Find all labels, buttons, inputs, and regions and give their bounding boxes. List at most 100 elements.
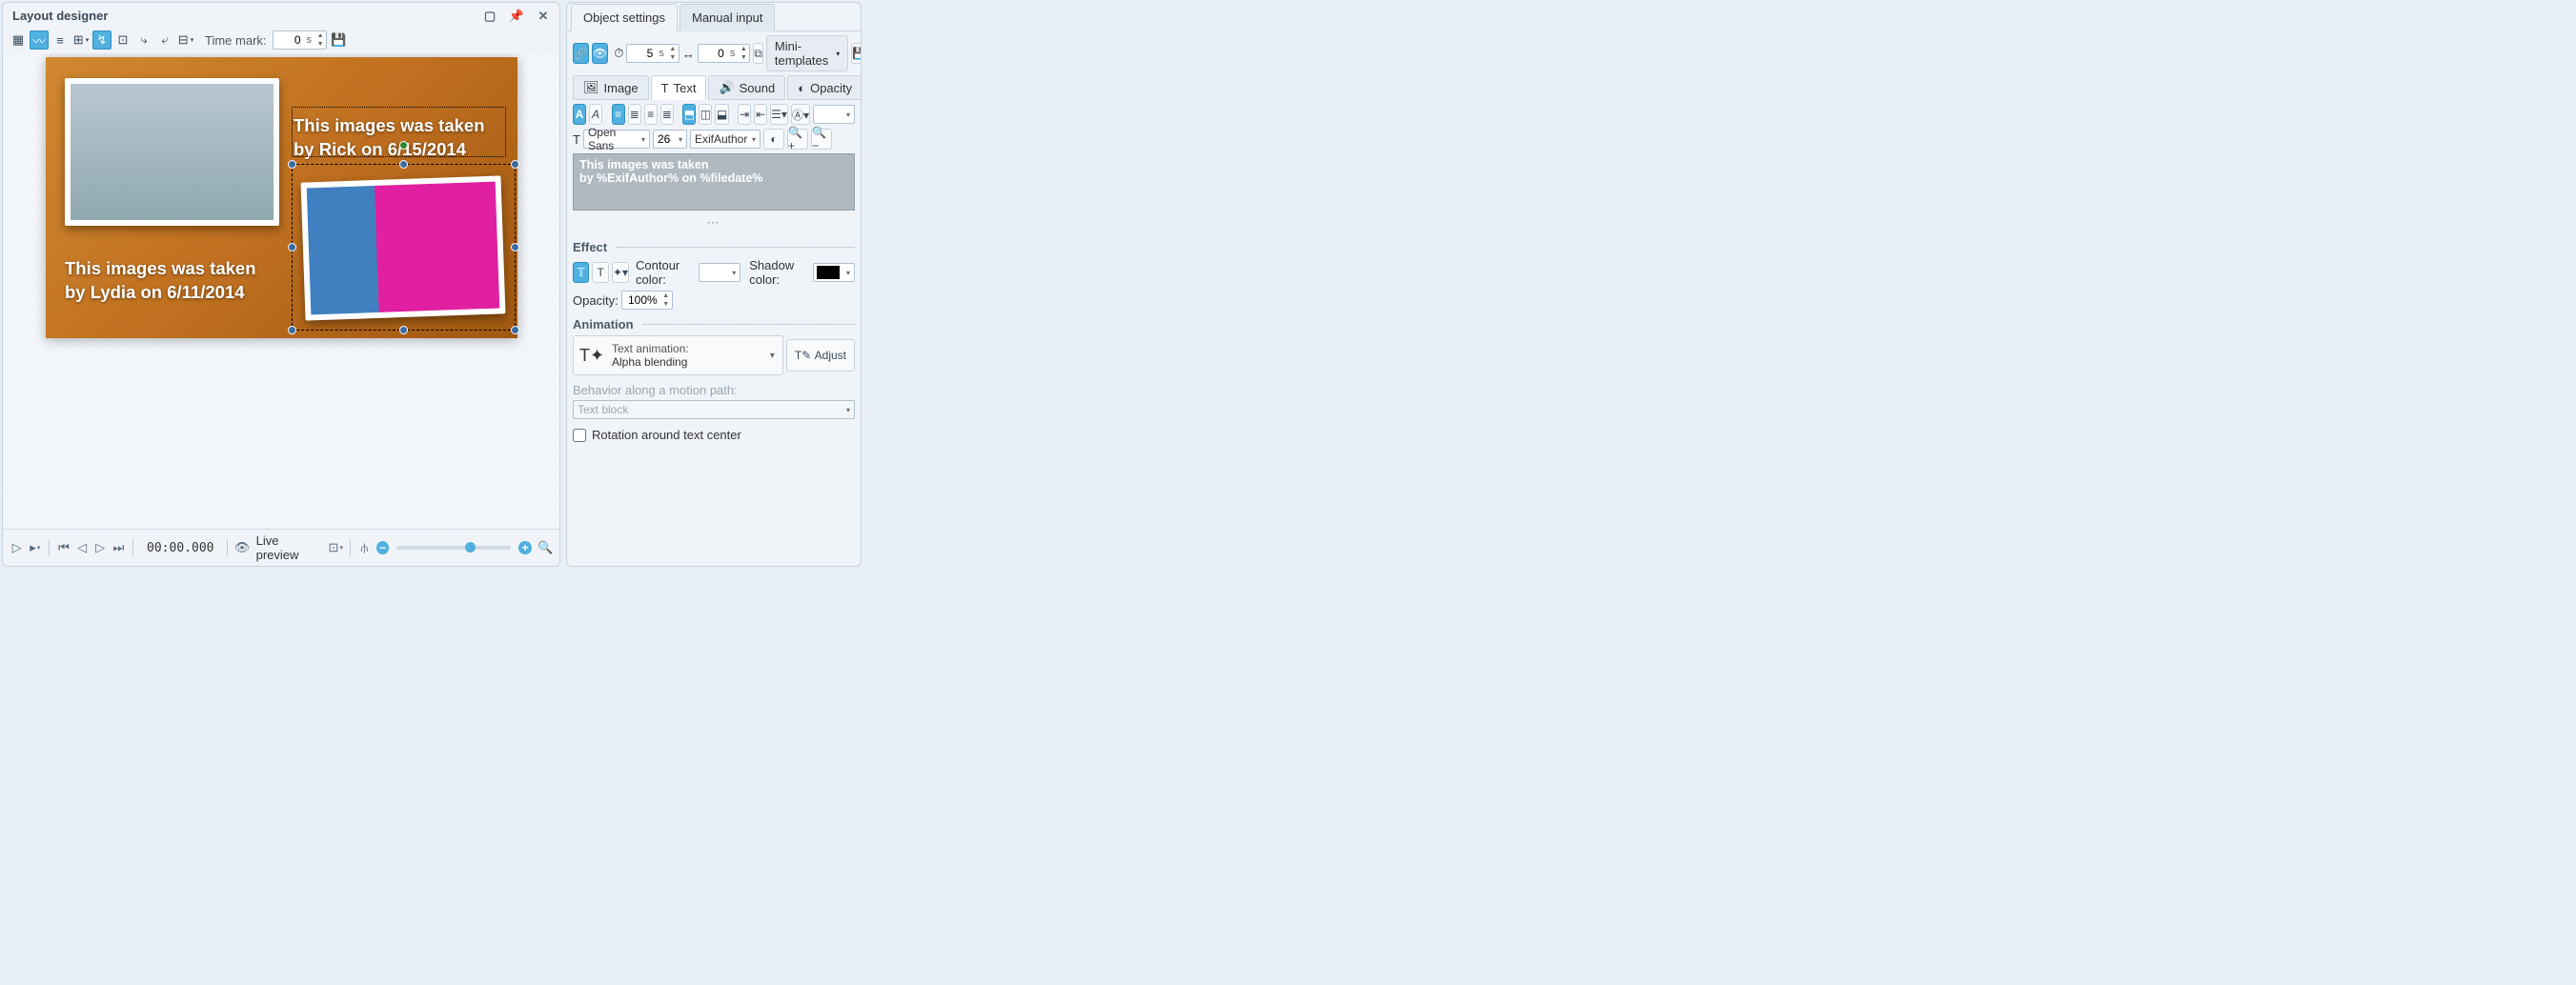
effect-fx-dropdown[interactable]: ✦▾ [612,262,629,283]
align-center-button[interactable]: ≣ [628,104,641,125]
flip-v-icon[interactable]: ⤶ [155,30,174,50]
handle-tr[interactable] [511,160,519,169]
grid-dropdown[interactable]: ⊞ [71,30,91,50]
font-family-combo[interactable]: Open Sans [583,130,650,149]
photo-1[interactable] [65,78,279,226]
path-tool-icon[interactable]: 〰 [30,30,49,50]
align-tool-icon[interactable]: ≡ [51,30,70,50]
motion-path-combo[interactable]: Text block [573,400,855,419]
select-tool-icon[interactable]: ▦ [9,30,28,50]
handle-bm[interactable] [399,326,408,334]
close-icon[interactable]: ✕ [537,10,550,23]
text-color-picker[interactable] [813,105,855,124]
valign-mid-button[interactable]: ◫ [699,104,712,125]
handle-ml[interactable] [288,243,296,251]
pin-icon[interactable]: 📌 [510,10,523,23]
slide-canvas[interactable]: This images was taken by Lydia on 6/11/2… [46,57,517,338]
handle-mr[interactable] [511,243,519,251]
spin-up-icon[interactable]: ▲ [660,291,672,300]
time-mark-field[interactable] [274,33,304,47]
play-button[interactable]: ▷ [9,539,25,556]
animation-combo[interactable]: T✦ Text animation: Alpha blending [573,335,783,375]
expand-text-button[interactable]: ⋯ [573,213,855,232]
valign-top-button[interactable]: ⬒ [682,104,696,125]
autotext-dropdown[interactable]: Ⓐ▾ [791,104,810,125]
adjust-button[interactable]: T✎ Adjust [786,339,855,372]
opacity-input[interactable]: ▲▼ [621,291,673,310]
handle-tm[interactable] [399,160,408,169]
spin-up-icon[interactable]: ▲ [667,45,679,53]
live-preview-icon[interactable]: 👁 [233,539,250,556]
settings-icon[interactable]: ⫛ [356,539,373,556]
subtab-image[interactable]: 🖼Image [573,75,649,100]
order-dropdown[interactable]: ⊟ [176,30,195,50]
frame-tool-icon[interactable]: ⊡ [113,30,132,50]
zoom-fit-icon[interactable]: 🔍 [538,539,554,556]
spin-down-icon[interactable]: ▼ [667,53,679,62]
handle-tl[interactable] [288,160,296,169]
time-mark-input[interactable]: s ▲▼ [273,30,328,50]
contrast-icon[interactable]: ◐ [763,129,784,150]
spin-down-icon[interactable]: ▼ [660,300,672,309]
handle-br[interactable] [511,326,519,334]
spin-up-icon[interactable]: ▲ [314,31,326,40]
text-selection-box[interactable] [292,107,506,157]
valign-bot-button[interactable]: ⬓ [715,104,728,125]
zoom-in-text-icon[interactable]: 🔍+ [787,129,808,150]
time-len-input[interactable]: s ▲▼ [698,44,751,63]
zoom-thumb[interactable] [465,542,476,553]
font-size-combo[interactable] [653,130,687,149]
selection-box[interactable] [292,164,516,331]
zoom-in-button[interactable]: + [518,541,531,554]
visibility-icon[interactable]: 👁 [592,43,608,64]
next-slide-icon[interactable]: ⏭ [111,539,127,556]
effect-fill-button[interactable]: 𝕋 [573,262,589,283]
zoom-slider[interactable] [396,546,511,550]
spin-up-icon[interactable]: ▲ [738,45,749,53]
contour-color-picker[interactable] [699,263,740,282]
mini-templates-dropdown[interactable]: Mini-templates [766,35,848,71]
rotation-check-row[interactable]: Rotation around text center [573,425,855,445]
duration-icon[interactable]: ⧉ [753,43,763,64]
time-from-field[interactable] [627,47,656,60]
handle-bl[interactable] [288,326,296,334]
opacity-field[interactable] [622,293,660,307]
subtab-opacity[interactable]: ◐Opacity [787,75,861,100]
preview-mode-dropdown[interactable]: ⊡ [328,539,344,556]
snap-tool-icon[interactable]: ↯ [92,30,112,50]
flip-h-icon[interactable]: ⤷ [134,30,153,50]
align-left-button[interactable]: ≡ [612,104,625,125]
tab-object-settings[interactable]: Object settings [571,4,678,31]
spin-down-icon[interactable]: ▼ [738,53,749,62]
align-justify-button[interactable]: ≣ [660,104,674,125]
step-fwd-icon[interactable]: ▷ [92,539,109,556]
time-len-field[interactable] [699,47,727,60]
time-from-input[interactable]: s ▲▼ [626,44,679,63]
canvas-area[interactable]: This images was taken by Lydia on 6/11/2… [3,53,559,529]
effect-outline-button[interactable]: T [592,262,608,283]
shadow-color-picker[interactable] [813,263,855,282]
align-right-button[interactable]: ≡ [644,104,658,125]
maximize-icon[interactable]: ▢ [483,10,497,23]
subtab-text[interactable]: TText [651,75,707,100]
zoom-out-button[interactable]: − [376,541,389,554]
rotate-handle[interactable] [399,141,408,150]
outdent-button[interactable]: ⇤ [754,104,767,125]
save-template-icon[interactable]: 💾 [851,43,861,64]
text-content-field[interactable] [573,153,855,211]
tab-manual-input[interactable]: Manual input [679,4,775,31]
step-back-icon[interactable]: ◁ [74,539,91,556]
save-icon[interactable]: 💾 [329,30,348,50]
font-size-field[interactable] [654,132,675,146]
zoom-out-text-icon[interactable]: 🔍− [811,129,832,150]
bold-button[interactable]: A [573,104,586,125]
caption-1[interactable]: This images was taken by Lydia on 6/11/2… [65,257,256,305]
exif-field-combo[interactable]: ExifAuthor [690,130,761,149]
italic-button[interactable]: A [589,104,602,125]
play-from-button[interactable]: ▸ [27,539,43,556]
prev-slide-icon[interactable]: ⏮ [55,539,71,556]
link-icon[interactable]: 🔗 [573,43,589,64]
list-dropdown[interactable]: ☰▾ [770,104,788,125]
subtab-sound[interactable]: 🔊Sound [708,75,785,100]
spin-down-icon[interactable]: ▼ [314,40,326,49]
